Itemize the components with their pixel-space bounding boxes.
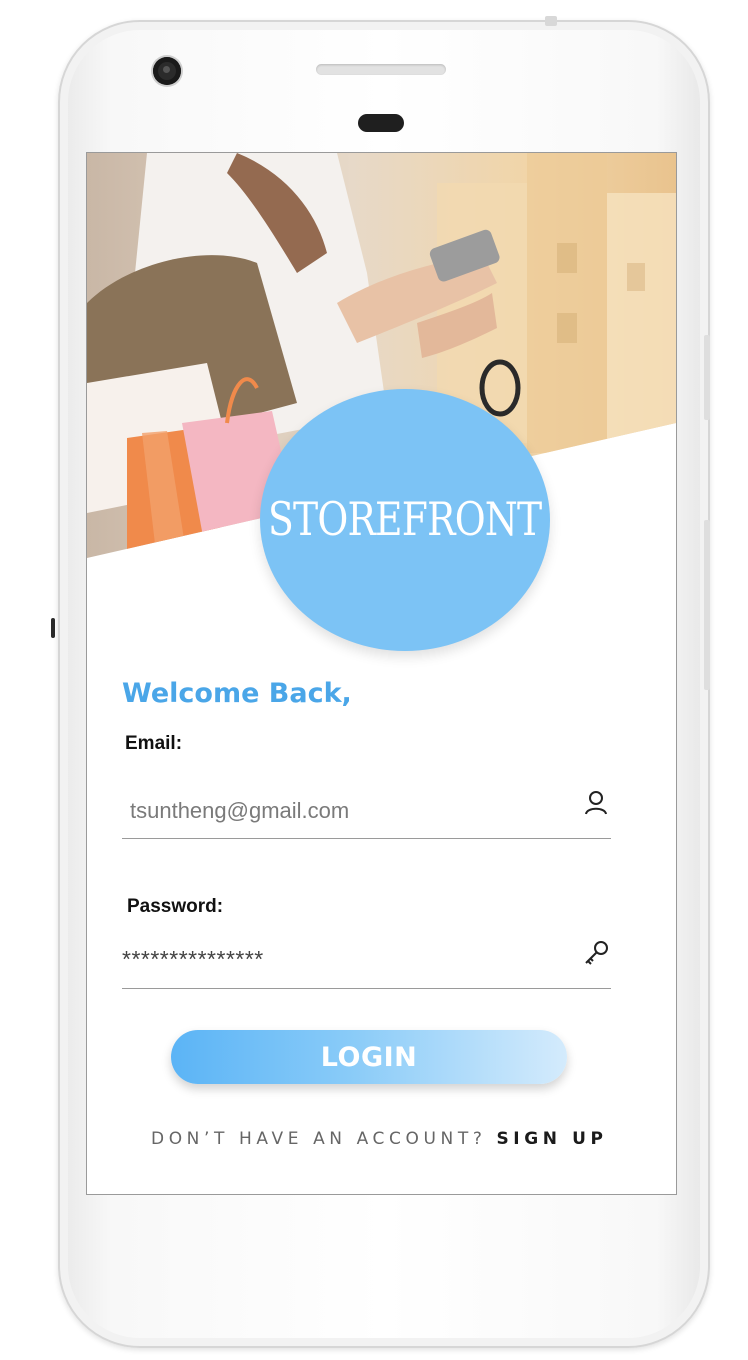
email-field[interactable]: tsuntheng@gmail.com bbox=[122, 791, 611, 839]
password-field[interactable]: *************** bbox=[122, 941, 611, 989]
email-label: Email: bbox=[125, 733, 183, 754]
app-screen: STOREFRONT Welcome Back, Email: tsunthen… bbox=[86, 152, 677, 1195]
password-label: Password: bbox=[127, 896, 224, 917]
volume-button bbox=[704, 335, 710, 420]
login-button-label: LOGIN bbox=[320, 1041, 418, 1073]
email-input-value[interactable]: tsuntheng@gmail.com bbox=[130, 798, 349, 824]
signup-prompt: DON’T HAVE AN ACCOUNT? bbox=[151, 1129, 487, 1149]
login-button[interactable]: LOGIN bbox=[171, 1030, 567, 1084]
proximity-sensor bbox=[358, 114, 404, 132]
password-input-value[interactable]: *************** bbox=[122, 946, 264, 973]
logo-text: STOREFRONT bbox=[268, 492, 542, 546]
earpiece-speaker bbox=[316, 64, 446, 75]
welcome-heading: Welcome Back, bbox=[122, 678, 352, 709]
top-button bbox=[545, 16, 557, 26]
power-button bbox=[704, 520, 710, 690]
user-icon bbox=[585, 791, 607, 815]
side-notch bbox=[51, 618, 55, 638]
key-icon bbox=[585, 941, 608, 965]
signup-link[interactable]: SIGN UP bbox=[496, 1129, 607, 1149]
front-camera bbox=[153, 57, 181, 85]
logo-badge: STOREFRONT bbox=[260, 389, 550, 651]
signup-row: DON’T HAVE AN ACCOUNT? SIGN UP bbox=[151, 1129, 608, 1149]
